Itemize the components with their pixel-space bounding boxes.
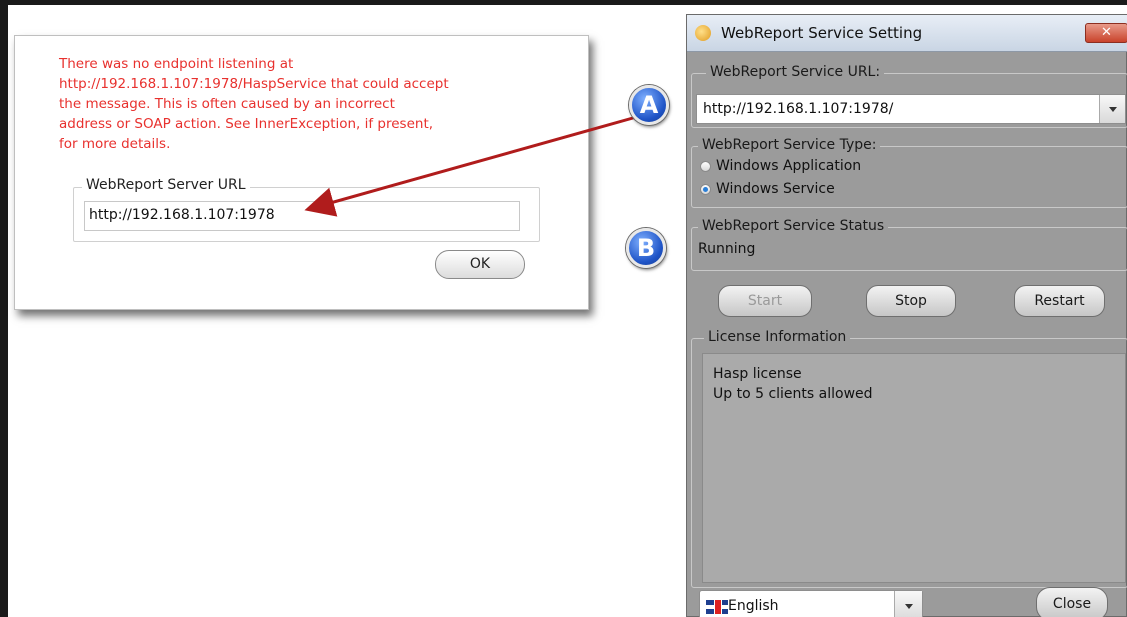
service-status-value: Running <box>698 241 756 257</box>
error-message-line: address or SOAP action. See InnerExcepti… <box>59 116 434 132</box>
license-info-box: Hasp license Up to 5 clients allowed <box>702 353 1126 583</box>
server-url-label: WebReport Server URL <box>82 177 250 193</box>
service-status-label: WebReport Service Status <box>698 218 889 234</box>
chevron-down-icon[interactable] <box>894 591 922 617</box>
license-line: Up to 5 clients allowed <box>713 386 873 402</box>
uk-flag-icon <box>706 600 728 614</box>
title-bar: WebReport Service Setting ✕ <box>687 15 1127 52</box>
license-label: License Information <box>704 329 851 345</box>
service-url-label: WebReport Service URL: <box>706 64 885 80</box>
radio-label: Windows Application <box>716 158 862 174</box>
service-url-combo[interactable]: http://192.168.1.107:1978/ <box>696 94 1126 124</box>
callout-a: A <box>629 85 669 125</box>
service-type-label: WebReport Service Type: <box>698 137 881 153</box>
server-url-group: WebReport Server URL http://192.168.1.10… <box>73 177 540 242</box>
service-url-group: WebReport Service URL: http://192.168.1.… <box>691 64 1127 128</box>
ok-button[interactable]: OK <box>435 250 525 279</box>
service-status-group: WebReport Service Status Running <box>691 218 1127 271</box>
callout-b: B <box>626 228 666 268</box>
radio-button[interactable] <box>700 161 711 172</box>
radio-label: Windows Service <box>716 181 835 197</box>
close-button[interactable]: Close <box>1036 587 1108 617</box>
frame-border-left <box>0 0 8 617</box>
language-value: English <box>728 598 779 614</box>
error-message-line: http://192.168.1.107:1978/HaspService th… <box>59 76 449 92</box>
window-body: WebReport Service URL: http://192.168.1.… <box>691 53 1127 617</box>
service-url-value: http://192.168.1.107:1978/ <box>703 101 894 117</box>
server-url-input[interactable]: http://192.168.1.107:1978 <box>84 201 520 231</box>
frame-border-top <box>0 0 1127 5</box>
error-message: There was no endpoint listening at http:… <box>59 54 529 154</box>
error-message-line: the message. This is often caused by an … <box>59 96 395 112</box>
license-group: License Information Hasp license Up to 5… <box>691 329 1127 588</box>
start-button[interactable]: Start <box>718 285 812 317</box>
stop-button[interactable]: Stop <box>866 285 956 317</box>
window-close-button[interactable]: ✕ <box>1085 23 1127 43</box>
license-line: Hasp license <box>713 366 802 382</box>
error-dialog: There was no endpoint listening at http:… <box>14 35 589 310</box>
error-message-line: for more details. <box>59 136 171 152</box>
service-setting-window: WebReport Service Setting ✕ WebReport Se… <box>686 14 1127 617</box>
language-select[interactable]: English <box>699 590 923 617</box>
radio-button-selected[interactable] <box>700 184 711 195</box>
error-message-line: There was no endpoint listening at <box>59 56 294 72</box>
window-title: WebReport Service Setting <box>721 24 923 42</box>
service-type-group: WebReport Service Type: Windows Applicat… <box>691 137 1127 208</box>
app-icon <box>695 25 711 41</box>
screenshot-root: There was no endpoint listening at http:… <box>0 0 1127 617</box>
chevron-down-icon[interactable] <box>1099 95 1125 123</box>
restart-button[interactable]: Restart <box>1014 285 1105 317</box>
